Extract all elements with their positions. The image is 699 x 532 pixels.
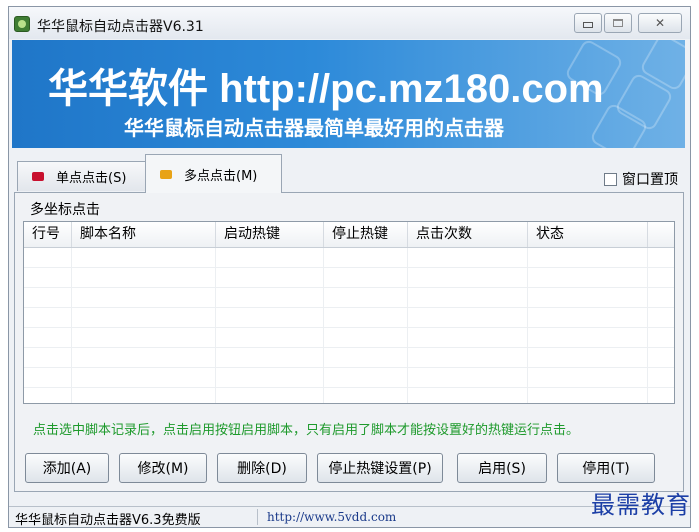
status-separator: [257, 509, 258, 525]
multi-click-panel: 多坐标点击 行号 脚本名称 启动热键 停止热键 点击次数 状态 点击选中脚本记录…: [14, 192, 684, 492]
disable-button[interactable]: 停用(T): [557, 453, 655, 483]
banner-title: 华华软件 http://pc.mz180.com: [48, 67, 604, 111]
table-row: [24, 368, 674, 388]
window-controls: ✕: [572, 13, 682, 33]
topmost-checkbox[interactable]: [604, 172, 617, 186]
column-header[interactable]: 脚本名称: [72, 222, 216, 247]
column-header[interactable]: 状态: [528, 222, 648, 247]
banner: 华华软件 http://pc.mz180.com 华华鼠标自动点击器最简单最好用…: [12, 40, 685, 148]
script-table[interactable]: 行号 脚本名称 启动热键 停止热键 点击次数 状态: [23, 221, 675, 404]
tab-multi-click[interactable]: 多点点击(M): [145, 154, 282, 193]
column-header[interactable]: 停止热键: [324, 222, 408, 247]
table-row: [24, 248, 674, 268]
window-title: 华华鼠标自动点击器V6.31: [37, 19, 204, 35]
minimize-icon: [583, 22, 593, 28]
table-header: 行号 脚本名称 启动热键 停止热键 点击次数 状态: [24, 222, 674, 248]
maximize-icon: [613, 19, 623, 27]
stop-hotkey-settings-button[interactable]: 停止热键设置(P): [317, 453, 443, 483]
table-row: [24, 288, 674, 308]
group-label: 多坐标点击: [28, 199, 102, 219]
maximize-button[interactable]: [604, 13, 632, 33]
add-button[interactable]: 添加(A): [25, 453, 109, 483]
table-row: [24, 268, 674, 288]
column-header[interactable]: 启动热键: [216, 222, 324, 247]
column-header[interactable]: 行号: [24, 222, 72, 247]
table-row: [24, 388, 674, 403]
app-icon: [14, 16, 30, 32]
orange-dot-icon: [160, 169, 172, 179]
tab-single-click[interactable]: 单点点击(S): [17, 161, 146, 191]
button-row: 添加(A) 修改(M) 删除(D) 停止热键设置(P) 启用(S) 停用(T): [22, 453, 682, 485]
minimize-button[interactable]: [574, 13, 602, 33]
delete-button[interactable]: 删除(D): [217, 453, 307, 483]
hint-text: 点击选中脚本记录后，点击启用按钮启用脚本，只有启用了脚本才能按设置好的热键运行点…: [33, 423, 580, 438]
table-row: [24, 328, 674, 348]
edit-button[interactable]: 修改(M): [119, 453, 207, 483]
red-dot-icon: [32, 172, 44, 181]
tab-label: 单点点击(S): [56, 171, 127, 186]
column-header-filler: [648, 222, 674, 247]
table-row: [24, 308, 674, 328]
table-row: [24, 348, 674, 368]
close-button[interactable]: ✕: [638, 13, 682, 33]
enable-button[interactable]: 启用(S): [457, 453, 547, 483]
table-body: [24, 248, 674, 403]
column-header[interactable]: 点击次数: [408, 222, 528, 247]
close-icon: ✕: [654, 16, 666, 30]
banner-subtitle: 华华鼠标自动点击器最简单最好用的点击器: [124, 116, 504, 140]
topmost-label: 窗口置顶: [622, 172, 678, 188]
watermark: 最需教育: [591, 491, 691, 519]
tab-label: 多点点击(M): [184, 168, 258, 184]
status-bar: 华华鼠标自动点击器V6.3免费版 http://www.5vdd.com: [9, 506, 690, 528]
topmost-toggle[interactable]: 窗口置顶: [604, 169, 678, 189]
status-link[interactable]: http://www.5vdd.com: [267, 510, 396, 524]
tab-strip: 单点点击(S) 多点点击(M) 窗口置顶: [14, 153, 684, 193]
title-bar[interactable]: 华华鼠标自动点击器V6.31 ✕: [9, 7, 690, 39]
app-window: 华华鼠标自动点击器V6.31 ✕ 华华软件 http://pc.mz180.co…: [8, 6, 691, 528]
status-version: 华华鼠标自动点击器V6.3免费版: [15, 513, 201, 528]
